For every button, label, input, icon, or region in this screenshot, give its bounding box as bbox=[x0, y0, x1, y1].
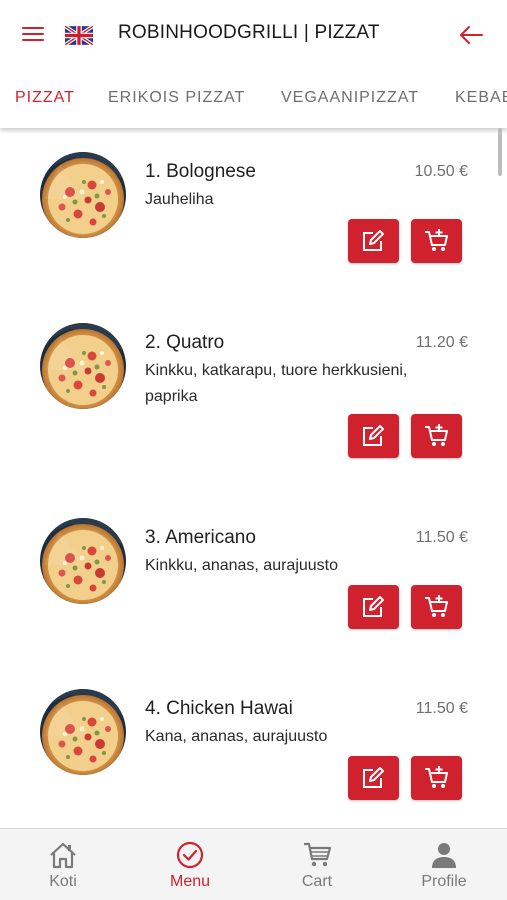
nav-label: Menu bbox=[169, 873, 211, 890]
item-price: 10.50 € bbox=[414, 163, 468, 180]
pizza-image bbox=[40, 689, 126, 775]
arrow-left-icon[interactable] bbox=[458, 24, 484, 46]
item-price: 11.50 € bbox=[415, 529, 468, 546]
item-price: 11.20 € bbox=[415, 334, 468, 351]
add-to-cart-button[interactable] bbox=[411, 756, 462, 800]
tab-pizzat[interactable]: PIZZAT bbox=[15, 89, 75, 107]
cart-add-icon bbox=[425, 766, 448, 788]
edit-icon bbox=[363, 425, 384, 446]
list-item: 3. Americano 11.50 € Kinkku, ananas, aur… bbox=[0, 494, 507, 654]
nav-profile[interactable]: Profile bbox=[381, 829, 507, 900]
tab-erikois-pizzat[interactable]: ERIKOIS PIZZAT bbox=[108, 89, 245, 107]
cart-add-icon bbox=[425, 229, 448, 251]
category-tabs: PIZZAT ERIKOIS PIZZAT VEGAANIPIZZAT KEBA… bbox=[0, 70, 507, 128]
pizza-image bbox=[40, 152, 126, 238]
menu-list: 1. Bolognese 10.50 € Jauheliha 2. Quatro… bbox=[0, 128, 507, 828]
cart-add-icon bbox=[425, 595, 448, 617]
bottom-navigation: Koti Menu Cart Profile bbox=[0, 828, 507, 900]
item-name: 3. Americano bbox=[145, 527, 256, 548]
edit-icon bbox=[363, 230, 384, 251]
item-name: 2. Quatro bbox=[145, 332, 225, 353]
add-to-cart-button[interactable] bbox=[411, 585, 462, 629]
item-description: Kana, ananas, aurajuusto bbox=[145, 728, 328, 745]
check-circle-icon bbox=[176, 841, 204, 869]
nav-label: Profile bbox=[421, 873, 467, 890]
edit-icon bbox=[363, 596, 384, 617]
edit-button[interactable] bbox=[348, 756, 399, 800]
pizza-image bbox=[40, 323, 126, 409]
hamburger-menu-icon[interactable] bbox=[22, 25, 44, 43]
edit-button[interactable] bbox=[348, 585, 399, 629]
home-icon bbox=[50, 842, 76, 869]
edit-button[interactable] bbox=[348, 219, 399, 263]
app-header: ROBINHOODGRILLI | PIZZAT bbox=[0, 0, 507, 70]
cart-add-icon bbox=[425, 424, 448, 446]
list-item: 1. Bolognese 10.50 € Jauheliha bbox=[0, 128, 507, 288]
edit-icon bbox=[363, 767, 384, 788]
edit-button[interactable] bbox=[348, 414, 399, 458]
nav-label: Koti bbox=[49, 873, 77, 890]
list-item: 2. Quatro 11.20 € Kinkku, katkarapu, tuo… bbox=[0, 299, 507, 494]
uk-flag-icon[interactable] bbox=[65, 26, 93, 45]
scroll-indicator[interactable] bbox=[498, 128, 502, 176]
tab-kebab[interactable]: KEBAB bbox=[455, 89, 507, 107]
item-description: Jauheliha bbox=[145, 191, 214, 208]
person-icon bbox=[432, 843, 456, 868]
item-description: Kinkku, katkarapu, tuore herkkusieni, pa… bbox=[145, 362, 408, 405]
add-to-cart-button[interactable] bbox=[411, 414, 462, 458]
list-item: 4. Chicken Hawai 11.50 € Kana, ananas, a… bbox=[0, 665, 507, 825]
item-name: 1. Bolognese bbox=[145, 161, 256, 182]
pizza-image bbox=[40, 518, 126, 604]
nav-koti[interactable]: Koti bbox=[0, 829, 126, 900]
tab-vegaanipizzat[interactable]: VEGAANIPIZZAT bbox=[281, 89, 419, 107]
item-name: 4. Chicken Hawai bbox=[145, 698, 293, 719]
nav-cart[interactable]: Cart bbox=[254, 829, 380, 900]
item-price: 11.50 € bbox=[415, 700, 468, 717]
nav-label: Cart bbox=[301, 873, 333, 890]
item-description: Kinkku, ananas, aurajuusto bbox=[145, 557, 339, 574]
page-title: ROBINHOODGRILLI | PIZZAT bbox=[118, 22, 380, 43]
cart-icon bbox=[304, 842, 332, 867]
nav-menu[interactable]: Menu bbox=[127, 829, 253, 900]
add-to-cart-button[interactable] bbox=[411, 219, 462, 263]
